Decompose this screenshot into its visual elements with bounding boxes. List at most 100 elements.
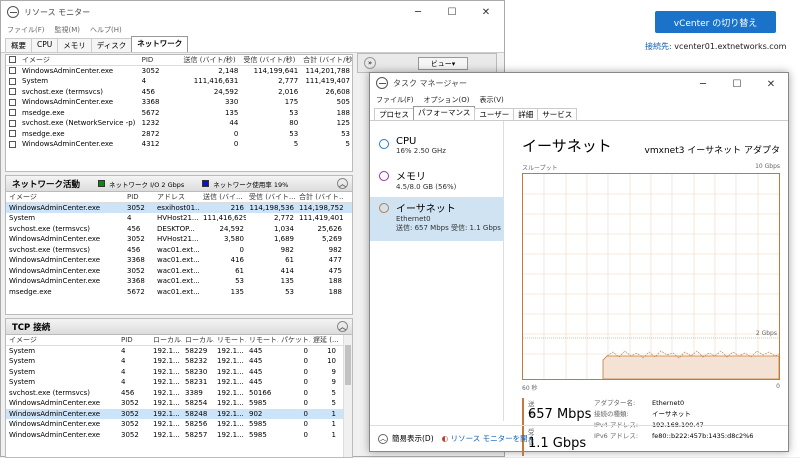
tcp-header[interactable]: TCP 接続 ︿ bbox=[6, 319, 352, 335]
table-row[interactable]: svchost.exe (NetworkService -p) 1232 44 80 1… bbox=[6, 118, 352, 129]
sidebar-item-ethernet[interactable]: イーサネット Ethernet0 送信: 657 Mbps 受信: 1.1 Gb… bbox=[370, 197, 504, 241]
table-row[interactable]: System 4 192.1... 58230 192.1... 445 0 9 bbox=[6, 367, 352, 378]
network-activity-panel: ネットワーク活動 ネットワーク I/O 2 Gbps ネットワーク使用率 19%… bbox=[5, 175, 353, 315]
table-row[interactable]: WindowsAdminCenter.exe 3368 wac01.ext... 53… bbox=[6, 276, 352, 287]
tab-performance[interactable]: パフォーマンス bbox=[413, 106, 476, 120]
col-send[interactable]: 送信 (バイト/秒) bbox=[181, 55, 241, 65]
table-row[interactable]: WindowsAdminCenter.exe 3052 192.1... 58257 1… bbox=[6, 430, 352, 441]
select-all-checkbox[interactable] bbox=[9, 56, 16, 64]
row-checkbox[interactable] bbox=[9, 119, 16, 127]
col-pid[interactable]: PID bbox=[118, 336, 150, 344]
table-row[interactable]: WindowsAdminCenter.exe 4312 0 5 5 bbox=[6, 139, 352, 150]
table-row[interactable]: System 4 192.1... 58231 192.1... 445 0 9 bbox=[6, 377, 352, 388]
col-remote-port[interactable]: リモート... bbox=[246, 335, 278, 345]
row-checkbox[interactable] bbox=[9, 77, 16, 85]
col-remote-address[interactable]: リモート... bbox=[214, 335, 246, 345]
tab-cpu[interactable]: CPU bbox=[31, 38, 59, 52]
sidebar-item-memory[interactable]: メモリ 4.5/8.0 GB (56%) bbox=[370, 165, 504, 201]
table-row[interactable]: System 4 192.1... 58232 192.1... 445 0 10 bbox=[6, 356, 352, 367]
table-cell: 3368 bbox=[127, 277, 145, 286]
row-checkbox[interactable] bbox=[9, 140, 16, 148]
table-row[interactable]: System 4 111,416,631 2,777 111,419,407 bbox=[6, 76, 352, 87]
chevron-up-icon[interactable]: ︿ bbox=[378, 433, 388, 444]
col-image[interactable]: イメージ bbox=[6, 335, 118, 345]
collapse-chevron-icon[interactable]: ︿ bbox=[337, 321, 348, 332]
table-row[interactable]: System 4 192.1... 58229 192.1... 445 0 10 bbox=[6, 346, 352, 357]
col-address[interactable]: アドレス bbox=[154, 192, 200, 202]
close-icon[interactable]: ✕ bbox=[754, 73, 788, 95]
sidebar-item-cpu[interactable]: CPU 16% 2.50 GHz bbox=[370, 133, 504, 169]
view-button[interactable]: ビュー ▾ bbox=[418, 57, 468, 70]
table-cell: 0 bbox=[233, 129, 239, 138]
minimize-icon[interactable]: ─ bbox=[401, 1, 435, 23]
memory-graph-icon bbox=[379, 171, 389, 181]
maximize-icon[interactable]: ☐ bbox=[720, 73, 754, 95]
col-total[interactable]: 合計 (バイト/秒) bbox=[300, 55, 352, 65]
minimize-icon[interactable]: ─ bbox=[686, 73, 720, 95]
table-cell: 505 bbox=[336, 98, 350, 107]
row-checkbox[interactable] bbox=[9, 67, 16, 75]
menu-monitor[interactable]: 監視(M) bbox=[55, 25, 81, 35]
col-total[interactable]: 合計 (バイト... bbox=[296, 192, 344, 202]
collapse-chevron-icon[interactable]: ︿ bbox=[337, 178, 348, 189]
table-row[interactable]: WindowsAdminCenter.exe 3052 2,148 114,199,6… bbox=[6, 66, 352, 77]
table-row[interactable]: WindowsAdminCenter.exe 3052 192.1... 58256 1… bbox=[6, 419, 352, 430]
row-checkbox[interactable] bbox=[9, 130, 16, 138]
col-local-address[interactable]: ローカル... bbox=[150, 335, 182, 345]
col-recv[interactable]: 受信 (バイト... bbox=[246, 192, 296, 202]
table-row[interactable]: WindowsAdminCenter.exe 3368 330 175 505 bbox=[6, 97, 352, 108]
table-cell: 192.1... bbox=[217, 388, 244, 397]
fewer-details-link[interactable]: 簡易表示(D) bbox=[392, 433, 434, 444]
tab-processes[interactable]: プロセス bbox=[374, 108, 414, 120]
tab-overview[interactable]: 概要 bbox=[5, 38, 32, 52]
table-row[interactable]: msedge.exe 2872 0 53 53 bbox=[6, 129, 352, 140]
row-checkbox[interactable] bbox=[9, 88, 16, 96]
tcp-scrollbar[interactable] bbox=[343, 335, 352, 457]
tab-users[interactable]: ユーザー bbox=[474, 108, 515, 120]
table-row[interactable]: WindowsAdminCenter.exe 3052 192.1... 58254 1… bbox=[6, 398, 352, 409]
table-row[interactable]: WindowsAdminCenter.exe 3052 wac01.ext... 61… bbox=[6, 266, 352, 277]
tab-details[interactable]: 詳細 bbox=[513, 108, 539, 120]
menu-file[interactable]: ファイル(F) bbox=[7, 25, 45, 35]
table-row[interactable]: svchost.exe (termsvcs) 456 24,592 2,016 26,6… bbox=[6, 87, 352, 98]
col-pid[interactable]: PID bbox=[139, 56, 181, 64]
col-pid[interactable]: PID bbox=[124, 193, 154, 201]
sidebar-item-detail: 4.5/8.0 GB (56%) bbox=[396, 183, 457, 191]
col-image[interactable]: イメージ bbox=[6, 192, 124, 202]
table-row[interactable]: WindowsAdminCenter.exe 3052 HVHost21... 3,5… bbox=[6, 234, 352, 245]
maximize-icon[interactable]: ☐ bbox=[435, 1, 469, 23]
close-icon[interactable]: ✕ bbox=[469, 1, 503, 23]
table-row[interactable]: WindowsAdminCenter.exe 3052 192.1... 58248 1… bbox=[6, 408, 352, 419]
tab-services[interactable]: サービス bbox=[537, 108, 578, 120]
expand-graph-icon[interactable]: » bbox=[364, 57, 376, 69]
menu-view[interactable]: 表示(V) bbox=[479, 95, 503, 105]
table-cell: 135 bbox=[224, 108, 239, 117]
table-row[interactable]: msedge.exe 5672 wac01.ext... 135 53 188 bbox=[6, 287, 352, 298]
tab-disk[interactable]: ディスク bbox=[90, 38, 133, 52]
row-checkbox[interactable] bbox=[9, 98, 16, 106]
col-latency[interactable]: 遅延 (... bbox=[310, 335, 338, 345]
open-resource-monitor-link[interactable]: ◐ リソース モニターを開く bbox=[442, 433, 535, 444]
table-cell: WindowsAdminCenter.exe bbox=[9, 235, 101, 244]
table-row[interactable]: svchost.exe (termsvcs) 456 wac01.ext... 0 98… bbox=[6, 245, 352, 256]
row-checkbox[interactable] bbox=[9, 109, 16, 117]
menu-help[interactable]: ヘルプ(H) bbox=[90, 25, 122, 35]
table-row[interactable]: System 4 HVHost21... 111,416,629 2,772 111,41… bbox=[6, 213, 352, 224]
table-row[interactable]: svchost.exe (termsvcs) 456 192.1... 3389 192… bbox=[6, 388, 352, 399]
col-packet-loss[interactable]: パケット... bbox=[278, 335, 310, 345]
col-local-port[interactable]: ローカル... bbox=[182, 335, 214, 345]
col-send[interactable]: 送信 (バイ... bbox=[200, 192, 246, 202]
tab-memory[interactable]: メモリ bbox=[57, 38, 92, 52]
table-row[interactable]: WindowsAdminCenter.exe 3368 wac01.ext... 41… bbox=[6, 255, 352, 266]
col-image[interactable]: イメージ bbox=[19, 55, 139, 65]
tcp-scrollbar-thumb[interactable] bbox=[345, 345, 351, 385]
table-row[interactable]: msedge.exe 5672 135 53 188 bbox=[6, 108, 352, 119]
col-recv[interactable]: 受信 (バイト/秒) bbox=[240, 55, 300, 65]
network-activity-header[interactable]: ネットワーク活動 ネットワーク I/O 2 Gbps ネットワーク使用率 19%… bbox=[6, 176, 352, 192]
table-row[interactable]: svchost.exe (termsvcs) 456 DESKTOP... 24,59… bbox=[6, 224, 352, 235]
vcenter-switch-button[interactable]: vCenter の切り替え bbox=[655, 11, 776, 33]
menu-options[interactable]: オプション(O) bbox=[424, 95, 470, 105]
table-row[interactable]: WindowsAdminCenter.exe 3052 esxihost01... 2… bbox=[6, 202, 352, 213]
tab-network[interactable]: ネットワーク bbox=[131, 36, 189, 52]
menu-file[interactable]: ファイル(F) bbox=[376, 95, 414, 105]
